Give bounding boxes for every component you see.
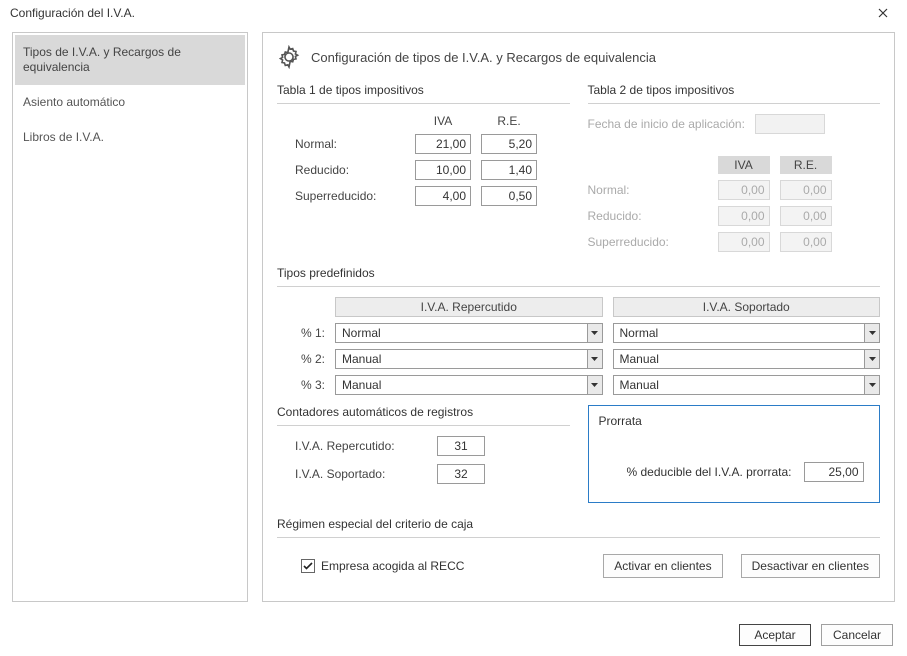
counters-sop-value[interactable]: 32 <box>437 464 485 484</box>
recc-checkbox[interactable]: Empresa acogida al RECC <box>301 559 464 573</box>
predef-row1-sop-select[interactable]: Normal <box>613 323 881 343</box>
counters-rep-value[interactable]: 31 <box>437 436 485 456</box>
tabla2-hd-iva: IVA <box>718 156 770 174</box>
chevron-down-icon <box>591 357 598 362</box>
predef-hd-rep: I.V.A. Repercutido <box>335 297 603 317</box>
recc-title: Régimen especial del criterio de caja <box>277 517 880 538</box>
tabla2-row-normal-label: Normal: <box>588 183 708 197</box>
window-title: Configuración del I.V.A. <box>10 6 135 20</box>
content-panel: Configuración de tipos de I.V.A. y Recar… <box>262 32 895 602</box>
tabla1-row-superreducido-label: Superreducido: <box>295 189 405 203</box>
tabla1-superreducido-iva[interactable]: 4,00 <box>415 186 471 206</box>
tabla1-title: Tabla 1 de tipos impositivos <box>277 83 570 104</box>
chevron-down-icon <box>869 357 876 362</box>
tabla1-normal-re[interactable]: 5,20 <box>481 134 537 154</box>
predef-row3-sop-select[interactable]: Manual <box>613 375 881 395</box>
tabla2-title: Tabla 2 de tipos impositivos <box>588 83 881 104</box>
chevron-down-icon <box>869 383 876 388</box>
tabla1-hd-iva: IVA <box>415 114 471 128</box>
tabla1-superreducido-re[interactable]: 0,50 <box>481 186 537 206</box>
recc-check-label: Empresa acogida al RECC <box>321 559 464 573</box>
title-bar: Configuración del I.V.A. <box>0 0 907 26</box>
gear-icon <box>277 45 301 69</box>
page-heading: Configuración de tipos de I.V.A. y Recar… <box>311 50 656 65</box>
prorrata-value[interactable]: 25,00 <box>804 462 864 482</box>
sidebar-item-tipos-iva[interactable]: Tipos de I.V.A. y Recargos de equivalenc… <box>15 35 245 85</box>
chevron-down-icon <box>591 383 598 388</box>
tabla2-normal-re: 0,00 <box>780 180 832 200</box>
predef-title: Tipos predefinidos <box>277 266 880 287</box>
tabla2-reducido-re: 0,00 <box>780 206 832 226</box>
recc-activate-button[interactable]: Activar en clientes <box>603 554 722 578</box>
predef-row2-rep-select[interactable]: Manual <box>335 349 603 369</box>
predef-row1-label: % 1: <box>277 326 325 340</box>
chevron-down-icon <box>869 331 876 336</box>
counters-rep-label: I.V.A. Repercutido: <box>295 439 425 453</box>
predef-row2-sop-select[interactable]: Manual <box>613 349 881 369</box>
close-icon <box>878 8 888 18</box>
close-button[interactable] <box>865 2 901 24</box>
sidebar-item-libros[interactable]: Libros de I.V.A. <box>15 120 245 155</box>
counters-title: Contadores automáticos de registros <box>277 405 570 426</box>
tabla2-superreducido-iva: 0,00 <box>718 232 770 252</box>
tabla1-normal-iva[interactable]: 21,00 <box>415 134 471 154</box>
recc-deactivate-button[interactable]: Desactivar en clientes <box>741 554 880 578</box>
ok-button[interactable]: Aceptar <box>739 624 811 646</box>
tabla2-reducido-iva: 0,00 <box>718 206 770 226</box>
predef-hd-sop: I.V.A. Soportado <box>613 297 881 317</box>
tabla2-row-reducido-label: Reducido: <box>588 209 708 223</box>
tabla2-fecha-label: Fecha de inicio de aplicación: <box>588 117 745 131</box>
tabla1-hd-re: R.E. <box>481 114 537 128</box>
prorrata-box: Prorrata % deducible del I.V.A. prorrata… <box>588 405 881 503</box>
predef-row1-rep-select[interactable]: Normal <box>335 323 603 343</box>
tabla1-row-reducido-label: Reducido: <box>295 163 405 177</box>
predef-row3-label: % 3: <box>277 378 325 392</box>
tabla1-reducido-re[interactable]: 1,40 <box>481 160 537 180</box>
tabla1-row-normal-label: Normal: <box>295 137 405 151</box>
tabla2-hd-re: R.E. <box>780 156 832 174</box>
tabla1-reducido-iva[interactable]: 10,00 <box>415 160 471 180</box>
predef-row3-rep-select[interactable]: Manual <box>335 375 603 395</box>
cancel-button[interactable]: Cancelar <box>821 624 893 646</box>
counters-sop-label: I.V.A. Soportado: <box>295 467 425 481</box>
sidebar: Tipos de I.V.A. y Recargos de equivalenc… <box>12 32 248 602</box>
check-icon <box>303 562 313 570</box>
tabla2-fecha-input <box>755 114 825 134</box>
tabla2-row-superreducido-label: Superreducido: <box>588 235 708 249</box>
tabla2-superreducido-re: 0,00 <box>780 232 832 252</box>
prorrata-title: Prorrata <box>599 414 870 428</box>
prorrata-label: % deducible del I.V.A. prorrata: <box>627 465 792 479</box>
predef-row2-label: % 2: <box>277 352 325 366</box>
sidebar-item-asiento[interactable]: Asiento automático <box>15 85 245 120</box>
tabla2-normal-iva: 0,00 <box>718 180 770 200</box>
chevron-down-icon <box>591 331 598 336</box>
